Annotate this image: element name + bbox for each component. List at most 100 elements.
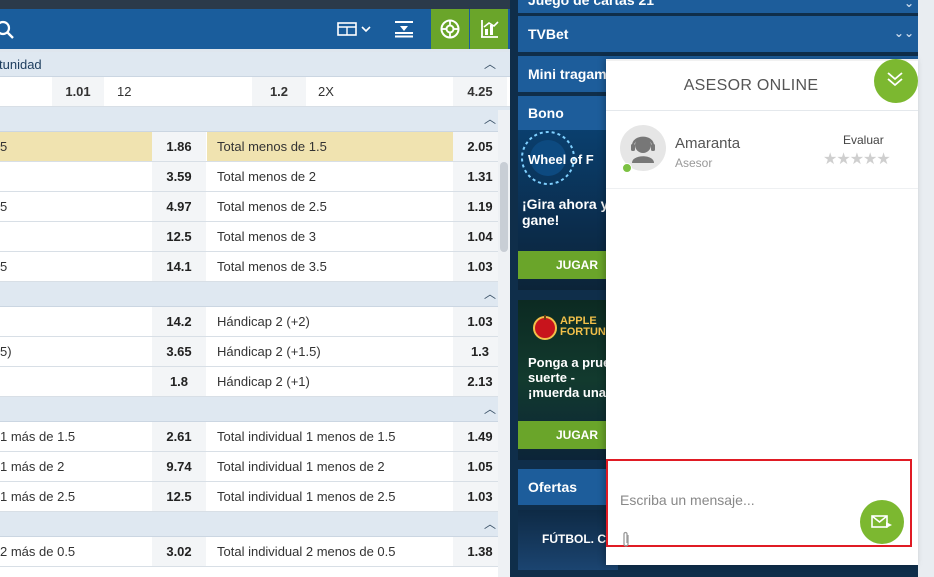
odd-cell[interactable]: 3.02	[152, 537, 206, 566]
top-strip	[0, 0, 510, 9]
bet-label	[0, 222, 152, 251]
jugar-button[interactable]: JUGAR	[518, 421, 606, 449]
menu-item-tvbet[interactable]: TVBet ⌄⌄	[518, 16, 922, 52]
individual1-rows: 1 más de 1.5 2.61 Total individual 1 menos…	[0, 422, 510, 512]
minimize-icon	[874, 59, 918, 103]
section-header[interactable]: ︿	[0, 397, 510, 422]
align-icon	[395, 21, 413, 38]
odd-cell[interactable]: 1.8	[152, 367, 206, 396]
banner-text: Ponga a prue suerte - ¡muerda una	[528, 355, 610, 400]
banner-title: APPLE FORTUN	[560, 315, 606, 338]
menu-label: Bono	[528, 105, 564, 121]
bet-label: Hándicap 2 (+2)	[217, 314, 310, 329]
table-row: 3.59 Total menos de 2 1.31	[0, 162, 510, 192]
odd-cell[interactable]: 1.86	[152, 132, 206, 161]
bet-label: Total individual 2 menos de 0.5	[217, 544, 396, 559]
rate-label: Evaluar	[843, 133, 884, 147]
bet-label: Total menos de 2	[217, 169, 317, 184]
stats-icon	[481, 20, 499, 38]
menu-item-cartas[interactable]: Juego de cartas 21 ⌄	[518, 0, 922, 13]
odds-table: tunidad ︿ 1.01 12 1.2 2X 4.25 ︿ 5 1.86 Tot…	[0, 52, 510, 577]
bet-label	[0, 367, 152, 396]
bet-label: 5)	[0, 344, 12, 359]
bet-label: 2 más de 0.5	[0, 544, 76, 559]
table-row: 1.01 12 1.2 2X 4.25	[0, 77, 510, 107]
odd-cell[interactable]: 14.2	[152, 307, 206, 336]
bet-label: 1 más de 2.5	[0, 489, 76, 504]
table-row: 5 14.1 Total menos de 3.5 1.03	[0, 252, 510, 282]
table-row: 5 1.86 Total menos de 1.5 2.05	[0, 132, 510, 162]
odd-cell[interactable]: 2.61	[152, 422, 206, 451]
collapse-all-button[interactable]	[386, 9, 422, 49]
bet-label: Total menos de 1.5	[207, 132, 453, 161]
odd-cell[interactable]: 3.65	[152, 337, 206, 366]
bet-label: 5	[0, 132, 152, 161]
chevron-up-icon[interactable]: ︿	[484, 55, 496, 72]
message-composer	[606, 459, 912, 547]
page-edge	[918, 0, 934, 577]
attach-icon[interactable]	[620, 531, 632, 549]
odd-cell[interactable]: 1.2	[252, 77, 306, 106]
chat-title: ASESOR ONLINE	[683, 77, 819, 94]
handicap-rows: 14.2 Hándicap 2 (+2) 1.03 5) 3.65 Hándicap 2 …	[0, 307, 510, 397]
banner-title: FÚTBOL. C	[542, 532, 606, 546]
bet-label: 5	[0, 199, 8, 214]
chevron-down-icon	[360, 26, 371, 33]
table-row: 1 más de 1.5 2.61 Total individual 1 menos…	[0, 422, 510, 452]
section-header[interactable]: tunidad ︿	[0, 52, 510, 77]
odd-cell[interactable]: 1.01	[52, 77, 104, 106]
layout-toggle-button[interactable]	[334, 9, 374, 49]
odd-cell[interactable]: 4.25	[453, 77, 507, 106]
bet-label: Total individual 1 menos de 2	[217, 459, 385, 474]
table-row: 14.2 Hándicap 2 (+2) 1.03	[0, 307, 510, 337]
section-header[interactable]: ︿	[0, 282, 510, 307]
menu-label: Ofertas	[528, 479, 578, 495]
stats-button[interactable]	[470, 9, 508, 49]
live-button[interactable]	[431, 9, 469, 49]
rating-stars[interactable]: ★★★★★	[823, 149, 891, 169]
bet-label: Hándicap 2 (+1.5)	[217, 344, 321, 359]
layout-icon	[336, 22, 357, 36]
bet-label: Total individual 1 menos de 2.5	[217, 489, 396, 504]
promo-banner-futbol[interactable]: FÚTBOL. C	[518, 510, 618, 570]
chevron-up-icon[interactable]: ︿	[484, 110, 496, 127]
chevron-up-icon[interactable]: ︿	[484, 515, 496, 532]
apple-icon	[533, 315, 557, 340]
chevron-up-icon[interactable]: ︿	[484, 400, 496, 417]
agent-card: Amaranta Asesor Evaluar ★★★★★	[606, 111, 918, 189]
chat-header: ASESOR ONLINE	[606, 59, 918, 111]
chevron-up-icon[interactable]: ︿	[484, 285, 496, 302]
jugar-button[interactable]: JUGAR	[518, 251, 606, 279]
bet-label: 12	[117, 84, 132, 99]
bet-label: 1 más de 1.5	[0, 429, 76, 444]
table-row: 1 más de 2 9.74 Total individual 1 menos d…	[0, 452, 510, 482]
scrollbar-thumb[interactable]	[500, 162, 508, 252]
odd-cell[interactable]: 4.97	[152, 192, 206, 221]
banner-title: Wheel of F	[528, 152, 594, 167]
bet-label: Total individual 1 menos de 1.5	[217, 429, 396, 444]
table-row: 12.5 Total menos de 3 1.04	[0, 222, 510, 252]
search-icon[interactable]	[0, 19, 16, 41]
bet-label	[0, 77, 52, 106]
table-row: 1.8 Hándicap 2 (+1) 2.13	[0, 367, 510, 397]
menu-label: Mini tragam	[528, 66, 607, 82]
odd-cell[interactable]: 12.5	[152, 222, 206, 251]
online-status-dot	[622, 163, 632, 173]
bet-label: Total menos de 3.5	[217, 259, 327, 274]
message-input[interactable]	[620, 489, 850, 511]
section-header[interactable]: ︿	[0, 107, 510, 132]
table-row: 5 4.97 Total menos de 2.5 1.19	[0, 192, 510, 222]
live-icon	[440, 19, 460, 39]
table-row: 1 más de 2.5 12.5 Total individual 1 menos…	[0, 482, 510, 512]
double-chevron-icon: ⌄⌄	[893, 26, 914, 40]
send-button[interactable]	[860, 500, 904, 544]
odd-cell[interactable]: 3.59	[152, 162, 206, 191]
odd-cell[interactable]: 14.1	[152, 252, 206, 281]
odd-cell[interactable]: 9.74	[152, 452, 206, 481]
section-header[interactable]: ︿	[0, 512, 510, 537]
send-mail-icon	[871, 515, 892, 528]
odd-cell[interactable]: 12.5	[152, 482, 206, 511]
minimize-chat-button[interactable]	[874, 59, 918, 103]
individual2-rows: 2 más de 0.5 3.02 Total individual 2 menos…	[0, 537, 510, 567]
agent-role: Asesor	[675, 156, 713, 170]
